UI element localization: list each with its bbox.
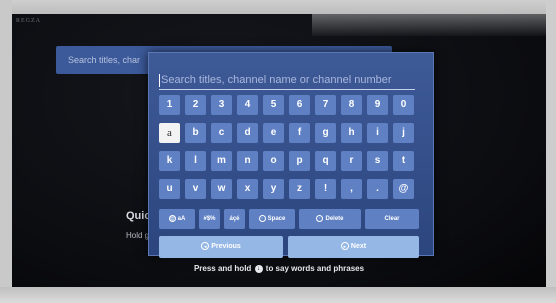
- key-1[interactable]: 1: [159, 95, 180, 115]
- key-symbol-3-8[interactable]: .: [367, 179, 388, 199]
- text-cursor: [159, 74, 160, 87]
- screen-glare: [312, 14, 546, 36]
- key-o[interactable]: o: [263, 151, 284, 171]
- case-toggle-label: aA: [177, 216, 186, 222]
- tv-screen: REGZA Search titles, char Quic Hold get …: [12, 14, 546, 287]
- key-0[interactable]: 0: [393, 95, 414, 115]
- key-g[interactable]: g: [315, 123, 336, 143]
- key-symbol-3-6[interactable]: !: [315, 179, 336, 199]
- key-d[interactable]: d: [237, 123, 258, 143]
- key-b[interactable]: b: [185, 123, 206, 143]
- delete-icon: ·: [316, 214, 324, 222]
- key-8[interactable]: 8: [341, 95, 362, 115]
- voice-hint-before: Press and hold: [193, 264, 252, 273]
- key-a[interactable]: a: [159, 123, 180, 143]
- key-m[interactable]: m: [211, 151, 232, 171]
- next-button-label: Next: [350, 243, 367, 250]
- key-u[interactable]: u: [159, 179, 180, 199]
- key-5[interactable]: 5: [263, 95, 284, 115]
- key-3[interactable]: 3: [211, 95, 232, 115]
- space-key[interactable]: · Space: [249, 209, 295, 229]
- key-9[interactable]: 9: [367, 95, 388, 115]
- key-t[interactable]: t: [393, 151, 414, 171]
- key-l[interactable]: l: [185, 151, 206, 171]
- key-v[interactable]: v: [185, 179, 206, 199]
- key-4[interactable]: 4: [237, 95, 258, 115]
- previous-button[interactable]: ◂ Previous: [159, 236, 283, 258]
- accents-key-label: áçé: [229, 216, 240, 222]
- key-z[interactable]: z: [289, 179, 310, 199]
- previous-icon: ◂: [201, 242, 210, 251]
- key-q[interactable]: q: [315, 151, 336, 171]
- background-search-text: Search titles, char: [68, 55, 141, 65]
- brand-logo: REGZA: [16, 18, 41, 24]
- key-i[interactable]: i: [367, 123, 388, 143]
- search-input-placeholder: Search titles, channel name or channel n…: [161, 74, 392, 86]
- tv-bezel-right: [546, 0, 556, 303]
- key-p[interactable]: p: [289, 151, 310, 171]
- clear-key[interactable]: Clear: [365, 209, 419, 229]
- key-h[interactable]: h: [341, 123, 362, 143]
- tv-bezel-top: [0, 0, 556, 14]
- key-k[interactable]: k: [159, 151, 180, 171]
- key-c[interactable]: c: [211, 123, 232, 143]
- next-button[interactable]: ▸ Next: [288, 236, 419, 258]
- accents-key[interactable]: áçé: [224, 209, 245, 229]
- background-quick-title: Quic: [126, 210, 151, 222]
- previous-button-label: Previous: [211, 243, 241, 250]
- key-e[interactable]: e: [263, 123, 284, 143]
- key-6[interactable]: 6: [289, 95, 310, 115]
- key-f[interactable]: f: [289, 123, 310, 143]
- onscreen-keyboard: Search titles, channel name or channel n…: [148, 52, 434, 258]
- key-r[interactable]: r: [341, 151, 362, 171]
- key-x[interactable]: x: [237, 179, 258, 199]
- key-j[interactable]: j: [393, 123, 414, 143]
- search-input[interactable]: Search titles, channel name or channel n…: [159, 72, 415, 90]
- delete-key[interactable]: · Delete: [299, 209, 361, 229]
- symbols-key-label: #$%: [203, 216, 216, 222]
- space-key-label: Space: [267, 216, 286, 222]
- tv-bezel-left: [0, 0, 12, 303]
- next-icon: ▸: [340, 242, 349, 251]
- key-symbol-3-7[interactable]: ,: [341, 179, 362, 199]
- key-symbol-3-9[interactable]: @: [393, 179, 414, 199]
- key-w[interactable]: w: [211, 179, 232, 199]
- key-s[interactable]: s: [367, 151, 388, 171]
- space-icon: ·: [258, 214, 266, 222]
- key-n[interactable]: n: [237, 151, 258, 171]
- key-y[interactable]: y: [263, 179, 284, 199]
- tv-bezel-bottom: [0, 287, 556, 303]
- voice-hint-after: to say words and phrases: [265, 264, 365, 273]
- microphone-icon: ↓: [254, 264, 263, 273]
- voice-hint: Press and hold ↓ to say words and phrase…: [12, 264, 546, 273]
- symbols-key[interactable]: #$%: [199, 209, 220, 229]
- case-toggle-key[interactable]: @ aA: [159, 209, 195, 229]
- delete-key-label: Delete: [325, 216, 344, 222]
- key-2[interactable]: 2: [185, 95, 206, 115]
- case-toggle-icon: @: [168, 214, 176, 222]
- clear-key-label: Clear: [384, 216, 400, 222]
- key-7[interactable]: 7: [315, 95, 336, 115]
